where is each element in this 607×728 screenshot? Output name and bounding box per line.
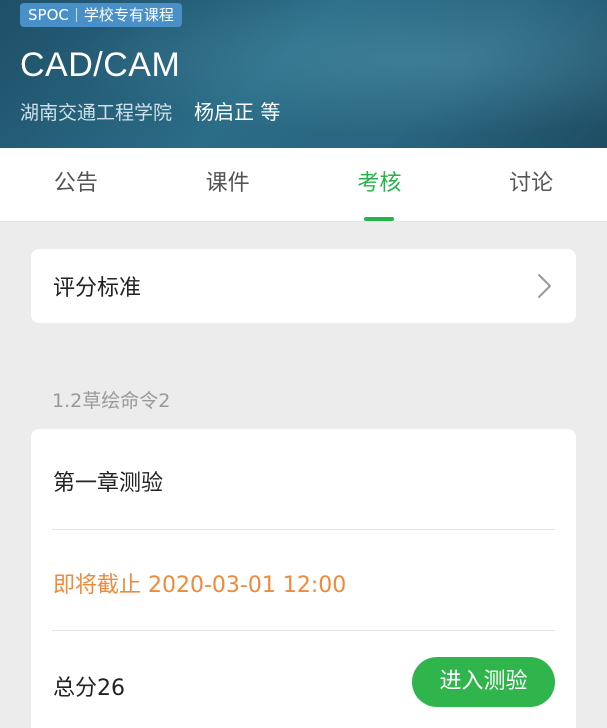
course-meta: 湖南交通工程学院 杨启正 等 xyxy=(20,96,280,125)
tab-label: 讨论 xyxy=(509,171,554,196)
divider xyxy=(52,529,555,530)
course-header: SPOC 学校专有课程 CAD/CAM 湖南交通工程学院 杨启正 等 xyxy=(0,0,607,148)
badge-type: SPOC xyxy=(28,6,69,24)
tab-label: 课件 xyxy=(205,171,250,196)
badge-description: 学校专有课程 xyxy=(83,6,174,24)
tab-discussion[interactable]: 讨论 xyxy=(455,148,607,221)
tab-label: 公告 xyxy=(53,171,98,196)
grading-criteria-row[interactable]: 评分标准 xyxy=(31,249,576,323)
badge-separator xyxy=(75,8,77,22)
teacher-name[interactable]: 杨启正 等 xyxy=(194,96,280,125)
course-title: CAD/CAM xyxy=(20,46,181,84)
school-name: 湖南交通工程学院 xyxy=(20,102,173,124)
quiz-title[interactable]: 第一章测验 xyxy=(53,465,163,497)
quiz-deadline: 即将截止 2020-03-01 12:00 xyxy=(53,573,347,598)
grading-criteria-label: 评分标准 xyxy=(53,276,142,301)
tab-label: 考核 xyxy=(357,171,402,196)
quiz-card: 第一章测验 即将截止 2020-03-01 12:00 总分26 进入测验 xyxy=(31,429,576,728)
section-label: 1.2草绘命令2 xyxy=(52,390,171,412)
quiz-total-score: 总分26 xyxy=(53,676,125,701)
tab-bar: 公告 课件 考核 讨论 xyxy=(0,148,607,222)
chevron-right-icon xyxy=(538,274,551,298)
tab-announcements[interactable]: 公告 xyxy=(0,148,152,221)
active-tab-indicator xyxy=(364,217,395,221)
spoc-badge: SPOC 学校专有课程 xyxy=(20,3,182,27)
enter-quiz-button[interactable]: 进入测验 xyxy=(412,657,555,707)
tab-courseware[interactable]: 课件 xyxy=(152,148,304,221)
divider xyxy=(52,630,555,631)
tab-assessment[interactable]: 考核 xyxy=(304,148,456,221)
